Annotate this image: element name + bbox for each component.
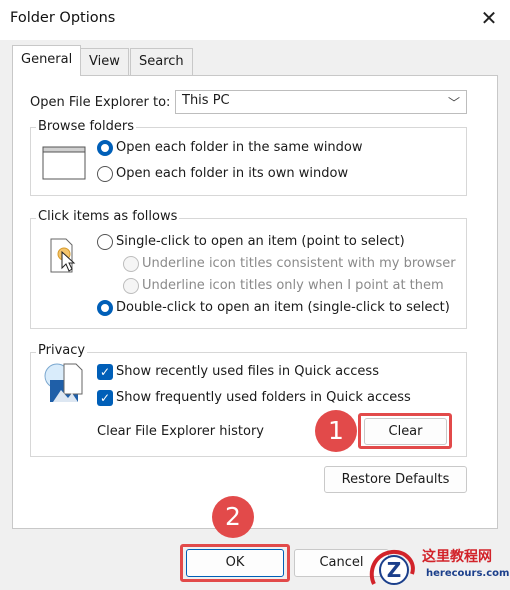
- radio-double-click[interactable]: [97, 300, 113, 316]
- radio-underline-point: [123, 278, 139, 294]
- window-icon: [42, 146, 86, 184]
- open-explorer-dropdown[interactable]: This PC ﹀: [175, 90, 467, 114]
- option-underline-browser: Underline icon titles consistent with my…: [142, 256, 456, 271]
- option-double-click[interactable]: Double-click to open an item (single-cli…: [116, 300, 450, 315]
- option-underline-point: Underline icon titles only when I point …: [142, 278, 444, 293]
- option-single-click[interactable]: Single-click to open an item (point to s…: [116, 234, 405, 249]
- radio-single-click[interactable]: [97, 234, 113, 250]
- chevron-down-icon: ﹀: [447, 96, 460, 110]
- tab-view[interactable]: View: [80, 48, 129, 75]
- browse-folders-group: [30, 127, 467, 196]
- option-own-window[interactable]: Open each folder in its own window: [116, 166, 348, 181]
- quick-access-icon: [42, 362, 86, 408]
- option-recent-files[interactable]: Show recently used files in Quick access: [116, 364, 379, 379]
- watermark-text: 这里教程网: [422, 549, 492, 565]
- radio-underline-browser: [123, 256, 139, 272]
- radio-own-window[interactable]: [97, 166, 113, 182]
- restore-defaults-button[interactable]: Restore Defaults: [324, 466, 467, 493]
- watermark-logo-letter: Z: [387, 558, 402, 582]
- option-same-window[interactable]: Open each folder in the same window: [116, 140, 363, 155]
- tab-general[interactable]: General: [12, 45, 82, 76]
- tab-search[interactable]: Search: [130, 48, 193, 75]
- clear-button[interactable]: Clear: [364, 418, 447, 445]
- privacy-title: Privacy: [36, 343, 88, 358]
- watermark-url: herecours.com: [426, 568, 510, 579]
- option-frequent-folders[interactable]: Show frequently used folders in Quick ac…: [116, 390, 411, 405]
- annotation-badge-2: 2: [212, 496, 254, 538]
- browse-folders-title: Browse folders: [36, 119, 136, 134]
- ok-button[interactable]: OK: [186, 549, 284, 577]
- clear-history-label: Clear File Explorer history: [97, 424, 264, 439]
- window-title: Folder Options: [10, 10, 116, 26]
- click-items-title: Click items as follows: [36, 209, 180, 224]
- checkbox-frequent-folders[interactable]: ✓: [97, 390, 113, 406]
- open-explorer-value: This PC: [182, 93, 230, 108]
- radio-same-window[interactable]: [97, 140, 113, 156]
- watermark-logo-icon: Z: [364, 546, 418, 586]
- open-explorer-label: Open File Explorer to:: [30, 95, 171, 110]
- annotation-badge-1: 1: [315, 410, 357, 452]
- click-pointer-icon: [48, 238, 80, 280]
- checkbox-recent-files[interactable]: ✓: [97, 364, 113, 380]
- close-icon[interactable]: ✕: [478, 6, 500, 30]
